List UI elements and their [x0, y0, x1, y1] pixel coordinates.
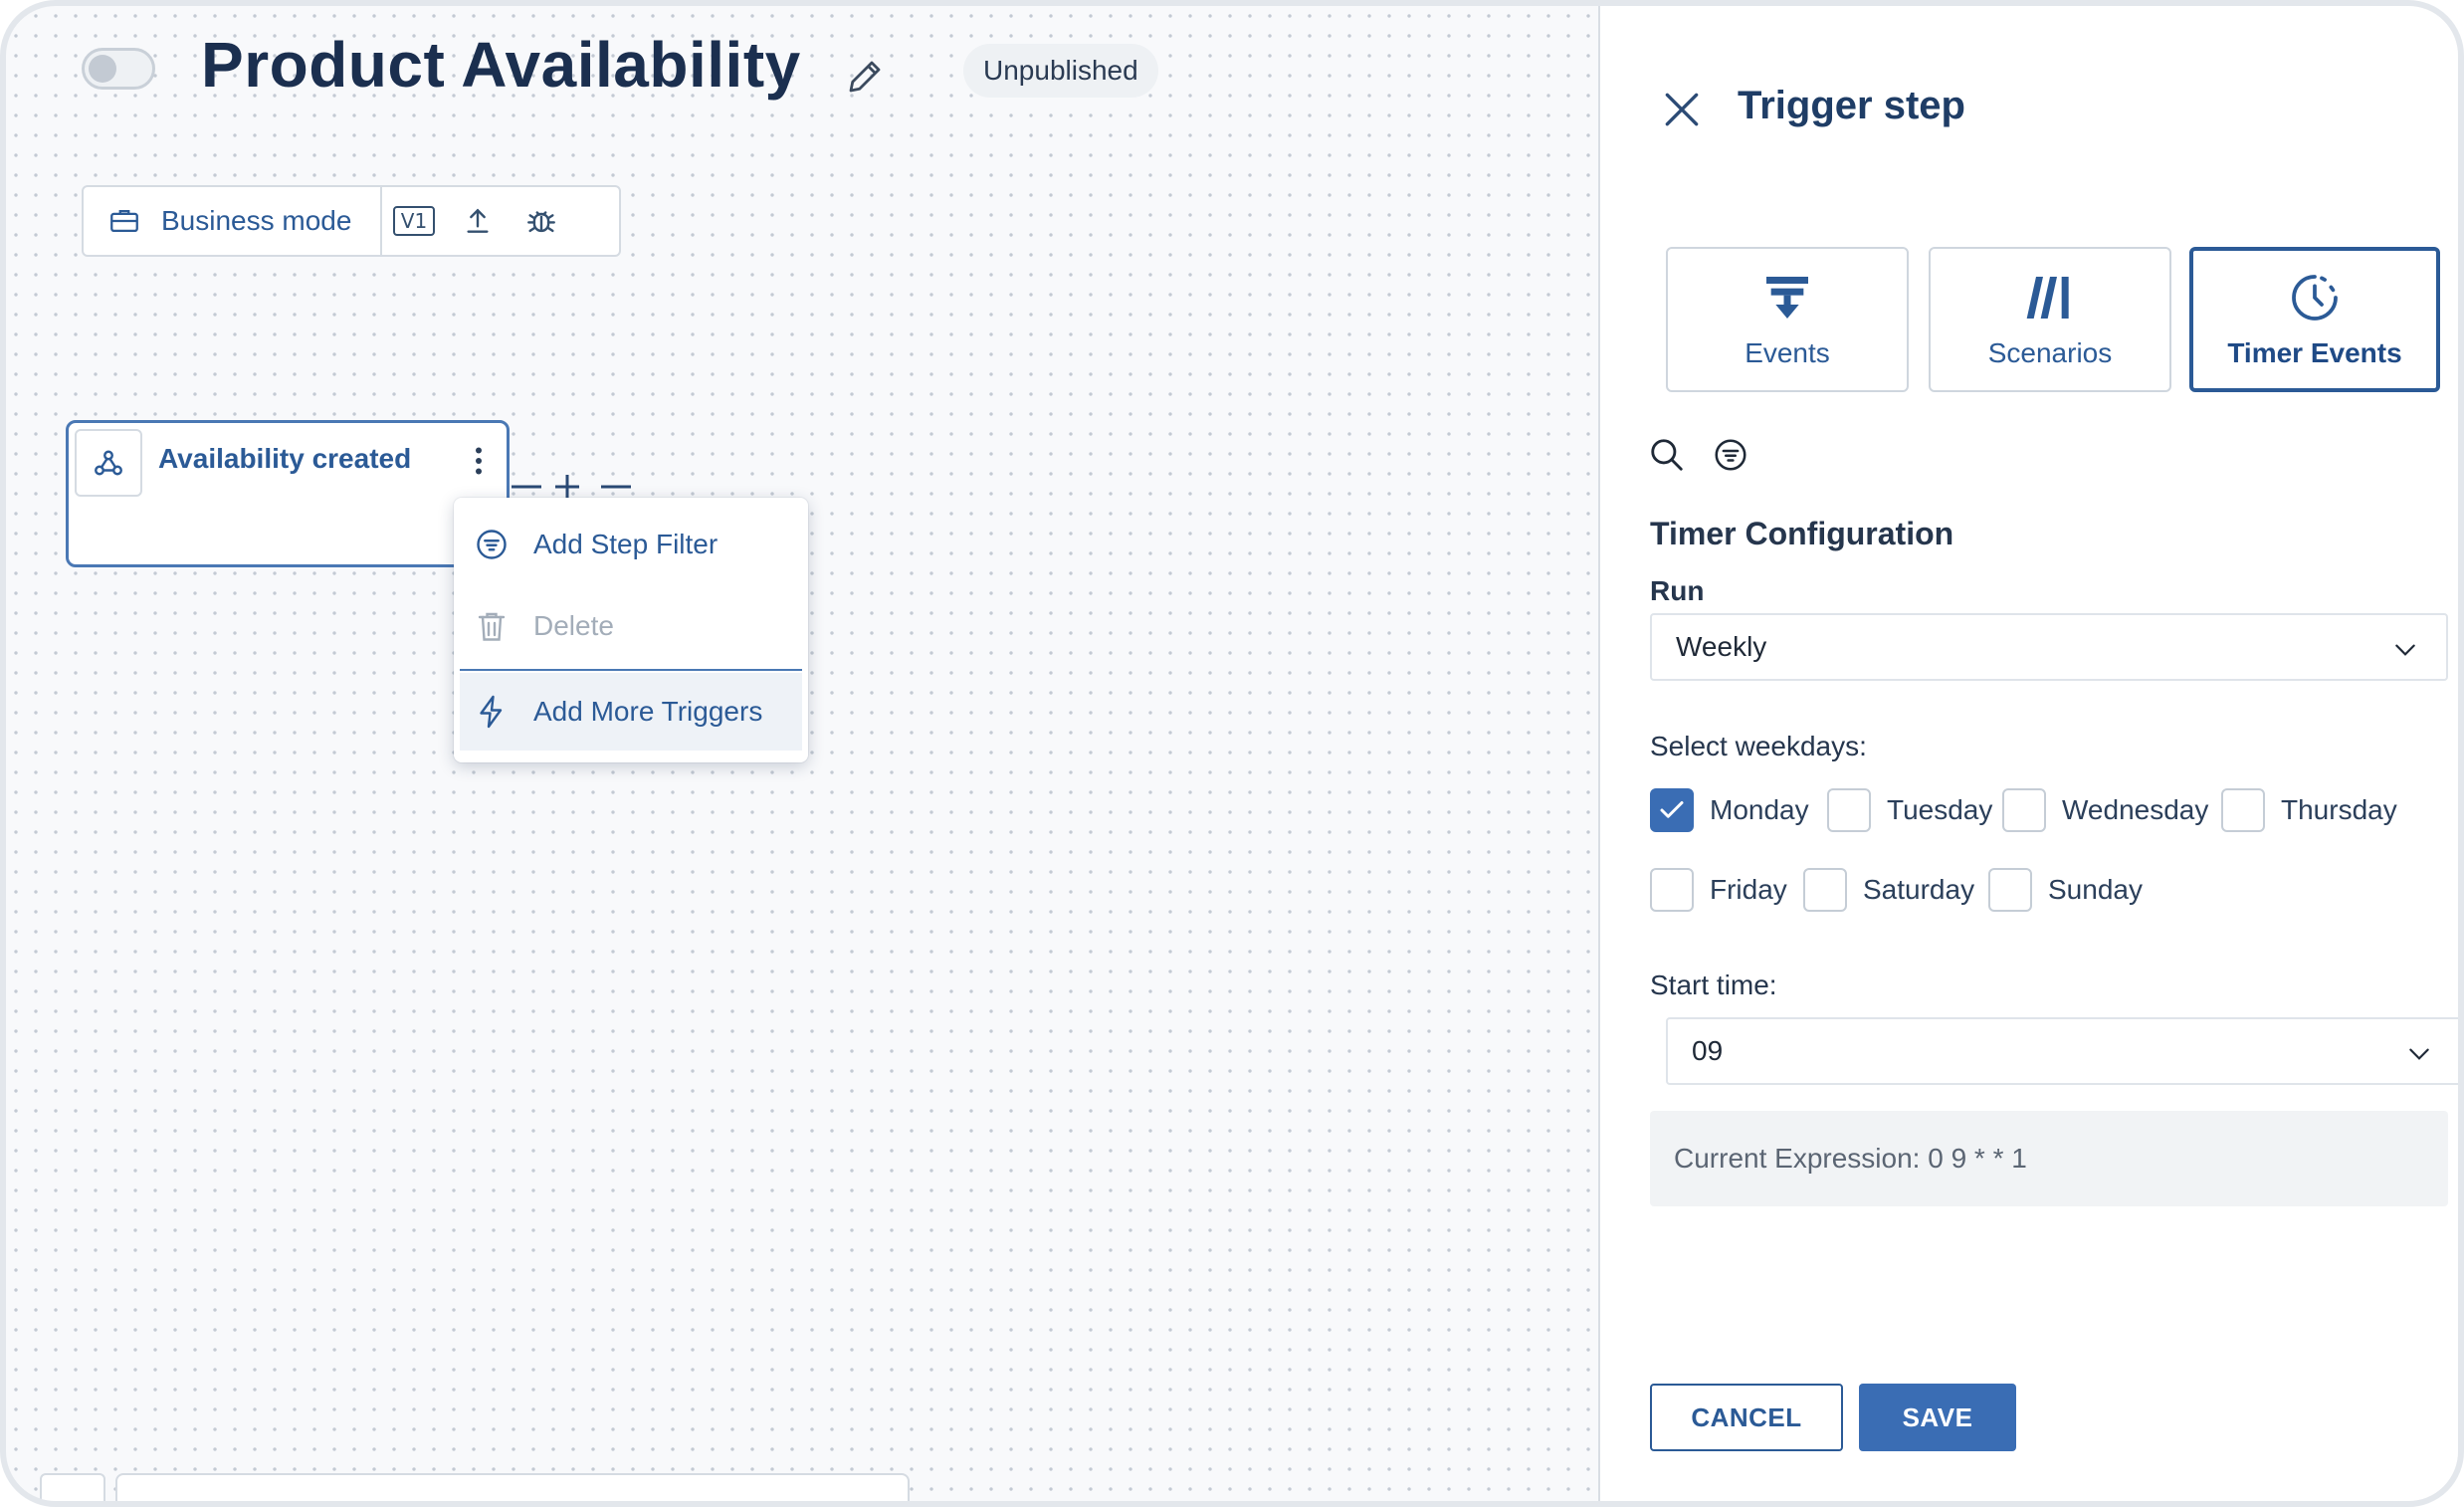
page-title: Product Availability [201, 29, 801, 101]
close-icon[interactable] [1660, 88, 1704, 131]
events-icon [1766, 277, 1808, 319]
menu-divider [460, 669, 802, 671]
chevron-down-icon [2409, 1048, 2429, 1060]
pencil-icon[interactable] [844, 56, 886, 98]
upload-button[interactable] [446, 187, 510, 255]
business-mode-button[interactable]: Business mode [84, 187, 382, 255]
menu-item-label: Add Step Filter [533, 529, 719, 559]
checkbox-tuesday[interactable]: Tuesday [1827, 788, 1992, 832]
node-title: Availability created [158, 443, 412, 474]
bug-icon [527, 211, 555, 233]
checkbox-box[interactable] [1827, 788, 1871, 832]
checkbox-box[interactable] [1650, 788, 1694, 832]
tab-events[interactable]: Events [1666, 247, 1909, 392]
kebab-menu-icon[interactable] [461, 441, 497, 481]
tab-label: Events [1745, 337, 1830, 368]
start-time-value: 09 [1692, 1035, 1724, 1066]
scenarios-icon [2026, 277, 2069, 319]
menu-item-add-more-triggers[interactable]: Add More Triggers [460, 673, 802, 751]
checkbox-label: Monday [1710, 794, 1809, 825]
checkbox-label: Thursday [2281, 794, 2397, 825]
webhook-icon [75, 429, 142, 497]
checkbox-saturday[interactable]: Saturday [1803, 868, 1974, 912]
menu-item-add-step-filter[interactable]: Add Step Filter [460, 506, 802, 583]
search-icon[interactable] [1648, 436, 1686, 474]
menu-item-label: Delete [533, 610, 614, 641]
checkbox-box[interactable] [2002, 788, 2046, 832]
clock-icon [2292, 275, 2338, 321]
cron-expression: Current Expression: 0 9 * * 1 [1650, 1111, 2448, 1206]
publish-toggle[interactable] [82, 48, 155, 90]
checkbox-friday[interactable]: Friday [1650, 868, 1787, 912]
check-icon [1660, 801, 1684, 818]
checkbox-label: Wednesday [2062, 794, 2209, 825]
debug-button[interactable] [510, 187, 573, 255]
tab-scenarios[interactable]: Scenarios [1929, 247, 2171, 392]
run-label: Run [1650, 575, 1705, 606]
checkbox-box[interactable] [2221, 788, 2265, 832]
checkbox-box[interactable] [1988, 868, 2032, 912]
chevron-down-icon [2395, 644, 2415, 656]
upload-icon [467, 208, 489, 233]
node-context-menu: Add Step Filter Delete Add More Triggers [454, 498, 808, 762]
app-frame: Product Availability Unpublished Busines… [0, 0, 2464, 1507]
menu-item-label: Add More Triggers [533, 696, 763, 727]
tab-label: Scenarios [1987, 337, 2113, 368]
version-badge: V1 [392, 206, 436, 236]
menu-item-delete: Delete [460, 587, 802, 665]
lightning-icon [480, 695, 503, 729]
checkbox-monday[interactable]: Monday [1650, 788, 1809, 832]
weekdays-label: Select weekdays: [1650, 731, 1867, 761]
filter-icon [477, 530, 507, 559]
panel-title: Trigger step [1738, 84, 1965, 127]
checkbox-sunday[interactable]: Sunday [1988, 868, 2143, 912]
checkbox-label: Friday [1710, 874, 1787, 905]
tab-timer-events[interactable]: Timer Events [2189, 247, 2440, 392]
version-button[interactable]: V1 [382, 187, 446, 255]
cancel-button[interactable]: CANCEL [1650, 1384, 1843, 1451]
filter-icon[interactable] [1712, 436, 1749, 474]
timer-configuration-title: Timer Configuration [1650, 516, 1954, 551]
briefcase-icon [110, 209, 138, 233]
checkbox-label: Sunday [2048, 874, 2143, 905]
checkbox-thursday[interactable]: Thursday [2221, 788, 2397, 832]
trigger-step-panel: Trigger step Events Scenarios Timer Even… [1598, 6, 2458, 1501]
tab-label: Timer Events [2227, 337, 2402, 368]
toggle-knob [89, 55, 116, 83]
trigger-node[interactable]: Availability created [66, 420, 510, 567]
zoom-control[interactable] [40, 1473, 105, 1501]
status-badge: Unpublished [963, 44, 1158, 98]
checkbox-label: Tuesday [1887, 794, 1993, 825]
business-mode-label: Business mode [161, 205, 352, 236]
trash-icon [478, 612, 506, 641]
bottom-bar [115, 1473, 910, 1501]
checkbox-label: Saturday [1863, 874, 1975, 905]
checkbox-box[interactable] [1803, 868, 1847, 912]
canvas-toolbar: Business mode V1 [82, 185, 621, 257]
start-time-label: Start time: [1650, 969, 1777, 1000]
checkbox-box[interactable] [1650, 868, 1694, 912]
checkbox-wednesday[interactable]: Wednesday [2002, 788, 2208, 832]
run-select-value: Weekly [1676, 631, 1767, 662]
start-time-select[interactable]: 09 [1666, 1017, 2458, 1085]
run-select[interactable]: Weekly [1650, 613, 2448, 681]
save-button[interactable]: SAVE [1859, 1384, 2016, 1451]
